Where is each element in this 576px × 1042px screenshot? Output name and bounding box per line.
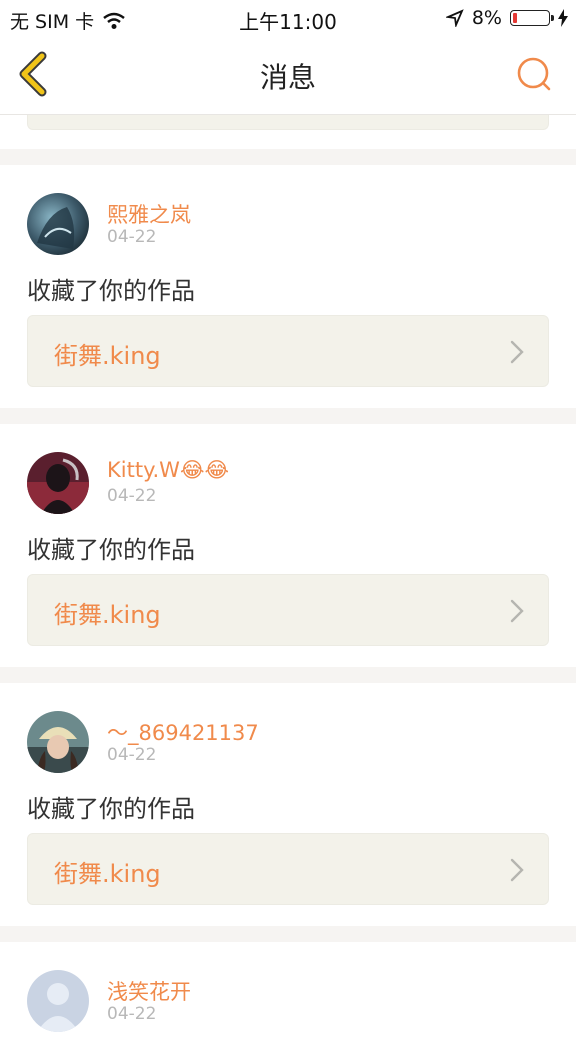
action-text: 收藏了你的作品 (27, 536, 195, 564)
message-card: 浅笑花开 04-22 (0, 942, 576, 1042)
work-link[interactable]: 街舞.king (27, 574, 549, 646)
user-name-text: Kitty.W (107, 458, 180, 482)
status-bar: 无 SIM 卡 上午11:00 8% (0, 0, 576, 36)
work-link[interactable]: 街舞.king (27, 833, 549, 905)
action-text: 收藏了你的作品 (27, 277, 195, 305)
message-date: 04-22 (107, 227, 157, 247)
message-card: 熙雅之岚 04-22 收藏了你的作品 街舞.king (0, 165, 576, 408)
message-card: ～_869421137 04-22 收藏了你的作品 街舞.king (0, 683, 576, 926)
avatar[interactable] (27, 711, 89, 773)
message-feed[interactable]: 熙雅之岚 04-22 收藏了你的作品 街舞.king Kitty.W😂😂 04-… (0, 115, 576, 1042)
avatar[interactable] (27, 193, 89, 255)
charging-icon (558, 9, 568, 27)
message-date: 04-22 (107, 745, 157, 765)
location-arrow-icon (445, 9, 464, 27)
work-title: 街舞.king (54, 342, 161, 370)
partial-work-tile (27, 115, 549, 130)
nav-bar: 消息 (0, 36, 576, 115)
chevron-right-icon (510, 599, 524, 623)
message-card: Kitty.W😂😂 04-22 收藏了你的作品 街舞.king (0, 424, 576, 667)
search-icon[interactable] (516, 56, 552, 92)
chevron-right-icon (510, 340, 524, 364)
battery-icon (510, 10, 554, 26)
user-name[interactable]: Kitty.W😂😂 (107, 458, 229, 482)
action-text: 收藏了你的作品 (27, 795, 195, 823)
user-name[interactable]: ～_869421137 (107, 717, 259, 747)
default-avatar-icon[interactable] (27, 970, 89, 1032)
work-title: 街舞.king (54, 860, 161, 888)
work-title: 街舞.king (54, 601, 161, 629)
partial-message-card (0, 115, 576, 149)
chevron-right-icon (510, 858, 524, 882)
avatar[interactable] (27, 452, 89, 514)
user-name[interactable]: 浅笑花开 (107, 976, 191, 1006)
message-date: 04-22 (107, 486, 157, 506)
page-title: 消息 (259, 61, 316, 94)
work-link[interactable]: 街舞.king (27, 315, 549, 387)
message-date: 04-22 (107, 1004, 157, 1024)
status-right: 8% (445, 7, 568, 29)
user-name-emoji: 😂😂 (179, 458, 230, 482)
user-name[interactable]: 熙雅之岚 (107, 199, 191, 229)
battery-percent: 8% (471, 7, 502, 29)
